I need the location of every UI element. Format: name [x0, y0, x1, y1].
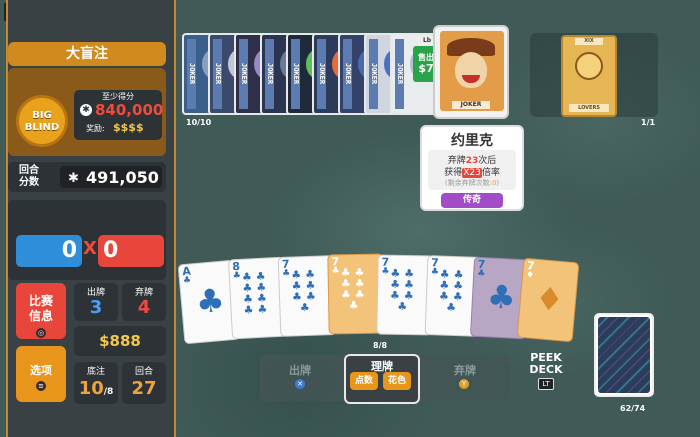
deck-back-art [598, 317, 650, 393]
sort-by-suit-button[interactable]: 花色 [383, 372, 411, 390]
tarot-numeral: XIX [575, 38, 603, 45]
controller-button-icon: ◎ [36, 328, 46, 338]
sort-by-rank-button[interactable]: 点数 [350, 372, 378, 390]
chips-value: 0 [16, 235, 82, 267]
controller-button-icon: ≡ [36, 381, 46, 391]
play-hand-button[interactable]: 出牌 [270, 362, 330, 378]
joker-row: JOKER JOKER JOKER JOKER JOKER JOKER JOKE… [182, 33, 440, 121]
hands-value: 3 [89, 297, 103, 318]
consumable-count: 1/1 [641, 118, 656, 127]
peek-deck-button[interactable]: PEEK DECK [528, 352, 564, 376]
round-value: 27 [131, 378, 157, 399]
deck-count: 62/74 [620, 404, 646, 413]
reward-label: 奖励: [86, 124, 105, 133]
round-label: 回合 [134, 367, 153, 377]
score-target-value: 840,000 [95, 101, 164, 119]
mult-value: 0 [98, 235, 164, 267]
playing-card-gold[interactable]: 7 ♦ ♦ [516, 257, 580, 343]
y-button-icon: Y [459, 379, 469, 389]
lt-button-icon: LT [538, 378, 554, 390]
hand-count: 8/8 [373, 341, 388, 350]
times-symbol: X [83, 238, 97, 259]
round-score-value: 491,050 [86, 168, 159, 187]
chip-icon: ✱ [68, 171, 79, 186]
joker-count: 10/10 [186, 118, 212, 127]
rarity-badge: 传奇 [441, 193, 503, 208]
discard-button[interactable]: 弃牌 [430, 362, 500, 378]
ante-label: 底注 [86, 367, 105, 377]
blind-title: 大盲注 [8, 42, 166, 66]
tarot-sun-icon [575, 52, 603, 80]
round-score-label: 回合 分数 [19, 165, 39, 188]
ante-value: 10/8 [78, 378, 114, 399]
options-button[interactable]: 选项 ≡ [16, 346, 66, 402]
chip-icon: ✱ [80, 104, 92, 116]
tooltip-line: 获得X23倍率 [444, 168, 500, 178]
tarot-label: LOVERS [569, 104, 609, 112]
x-button-icon: ✕ [295, 379, 305, 389]
tooltip-title: 约里克 [451, 133, 493, 149]
money-value: $888 [99, 332, 141, 350]
reward-value: $$$$ [113, 121, 144, 134]
discards-value: 4 [137, 297, 151, 318]
big-blind-chip-icon: BIG BLIND [16, 95, 68, 147]
joker-name-plate: JOKER [452, 101, 490, 109]
run-info-button[interactable]: 比赛 信息 ◎ [16, 283, 66, 339]
tooltip-line: (剩余弃牌次数:0) [444, 179, 500, 187]
